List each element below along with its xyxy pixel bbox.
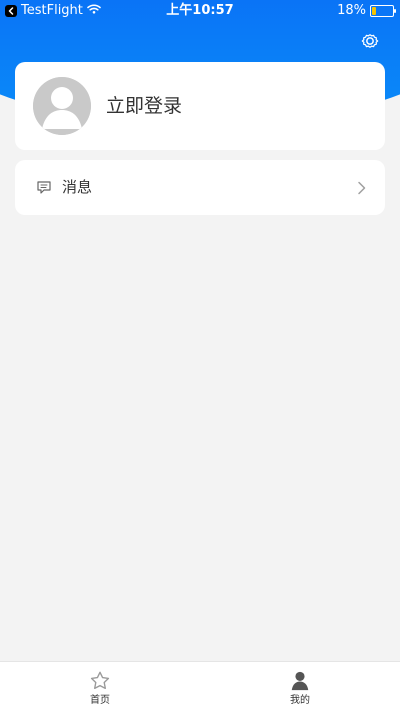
nav-mine-label: 我的 [290,695,310,706]
chevron-right-icon [357,180,367,195]
battery-level [372,7,376,15]
login-label[interactable]: 立即登录 [106,92,182,120]
app-screen: TestFlight 上午10:57 18% 立即登录 消息 首页 我的 [0,0,400,710]
nav-mine[interactable]: 我的 [200,662,400,710]
messages-label[interactable]: 消息 [62,177,92,197]
bottom-navigation: 首页 我的 [0,661,400,710]
user-avatar-icon[interactable] [33,77,91,135]
nav-home-label: 首页 [90,695,110,706]
nav-home[interactable]: 首页 [0,662,200,710]
star-icon [89,670,111,692]
battery-icon [370,5,396,17]
messages-menu-item[interactable]: 消息 [15,160,385,215]
battery-percent: 18% [337,3,366,18]
gear-icon [361,34,379,48]
profile-card[interactable]: 立即登录 [15,62,385,150]
message-icon [36,180,52,195]
settings-button[interactable] [360,31,380,51]
status-bar: TestFlight 上午10:57 18% [0,0,400,22]
status-right: 18% [337,0,396,22]
user-icon [289,670,311,692]
